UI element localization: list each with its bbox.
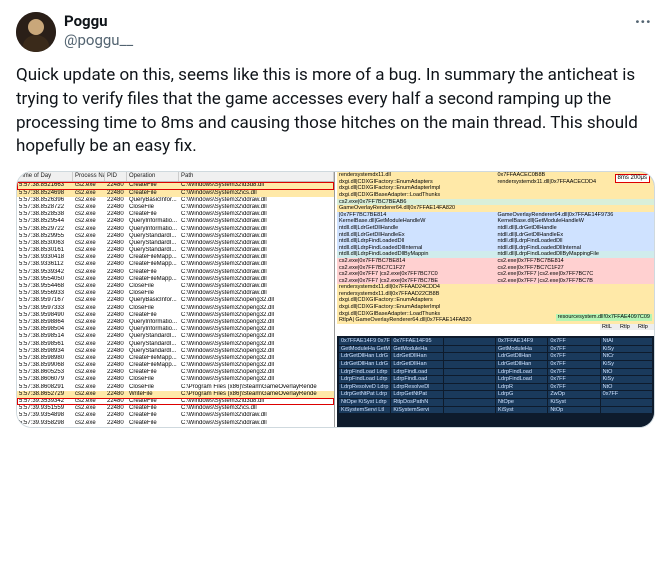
stack-frame: cs2.exe|0x7FF7BC7BEAB6: [337, 199, 654, 206]
tweet-text: Quick update on this, seems like this is…: [16, 64, 655, 159]
user-handle[interactable]: @poggu__: [64, 31, 623, 50]
grid-row: LdrpFindLoad LdrpLdrpFindLoadLdrpFindLoa…: [339, 376, 652, 383]
table-row[interactable]: 5:57:38.9330418cs2.exe22480CreateFileMap…: [17, 254, 334, 261]
table-row[interactable]: 5:57:38.9597333cs2.exe22480CloseFileC:\W…: [17, 305, 334, 312]
dark-grid: 0x7FFAE14F9 0x7FF0x7FFAE14F950x7FFAE14F9…: [337, 336, 654, 427]
stack-frame: ntdll.dll|LdrpFindLoadedDllntdll.dll|Ldr…: [337, 238, 654, 245]
col-pid[interactable]: PID: [105, 172, 127, 181]
grid-row: LdrGetDllHan LdrGLdrGetDllHanLdrGetDllHa…: [339, 353, 652, 360]
call-stack-mid: resourcesystem.dll!0x7FFAE4097C09 render…: [337, 284, 654, 336]
avatar[interactable]: [16, 12, 56, 52]
table-row[interactable]: 5:57:38.8598864cs2.exe22480QueryInformat…: [17, 319, 334, 326]
stack-frame: ntdll.dll|LdrpFindLoadedDllInternalntdll…: [337, 245, 654, 252]
grid-row: 0x7FFAE14F9 0x7FF0x7FFAE14F950x7FFAE14F9…: [339, 338, 652, 345]
table-row[interactable]: 5:57:38.8608291cs2.exe22480CloseFileC:\P…: [17, 384, 334, 391]
table-row[interactable]: 5:57:38.8598504cs2.exe22480QueryInformat…: [17, 326, 334, 333]
grid-row: LdrGetDllHan LdrGLdrGetDllHanLdrGetDllHa…: [339, 361, 652, 368]
stack-frame: dxgi.dll|CDXGIFactory::EnumAdapters: [337, 297, 654, 304]
table-row[interactable]: 5:57:38.9598490cs2.exe22480CreateFileC:\…: [17, 312, 334, 319]
col-proc[interactable]: Process Name: [73, 172, 105, 181]
table-row[interactable]: 5:57:38.8528722cs2.exe22480CloseFileC:\W…: [17, 204, 334, 211]
user-info: Poggu @poggu__: [64, 12, 623, 50]
procmon-panel: Time of Day Process Name PID Operation P…: [17, 172, 335, 427]
stack-frame: cs2.exe|0x7FF7BC7C1F27cs2.exe|0x7FF7BC7C…: [337, 265, 654, 272]
stack-frame: rendersystemdx11.dll|0x7FFAAD22CB8B: [337, 291, 654, 298]
table-row[interactable]: 5:57:38.8598980cs2.exe22480CreateFileMap…: [17, 355, 334, 362]
table-header: Time of Day Process Name PID Operation P…: [17, 172, 334, 182]
grid-row: GetModuleHa GetMGetModuleHaGetModuleHa0x…: [339, 346, 652, 353]
col-time[interactable]: Time of Day: [17, 172, 73, 181]
table-row[interactable]: 5:57:38.8529544cs2.exe22480QueryInformat…: [17, 218, 334, 225]
stack-frame: |0x7FF7BC7BE814GameOverlayRenderer64.dll…: [337, 212, 654, 219]
tweet-header: Poggu @poggu__ ···: [16, 12, 655, 52]
table-row[interactable]: 5:57:38.9336112cs2.exe22480CreateFileMap…: [17, 261, 334, 268]
table-row[interactable]: 5:57:39.9354898cs2.exe22480CreateFileC:\…: [17, 412, 334, 419]
table-row[interactable]: 5:57:38.8598561cs2.exe22480QueryStandard…: [17, 341, 334, 348]
stack-frame: dxgi.dll|CDXGIBaseAdapter::LoadThunks: [337, 192, 654, 199]
stack-frame: cs2.exe|0x7FF7BC7BE814cs2.exe|0x7FF7BC7B…: [337, 258, 654, 265]
table-row[interactable]: 5:57:38.8528538cs2.exe22480CreateFileC:\…: [17, 211, 334, 218]
table-row[interactable]: 5:57:38.8521663cs2.exe22480CreateFileC:\…: [17, 182, 334, 189]
stack-frame: dxgi.dll|CDXGIFactory::EnumAdapterImpl: [337, 304, 654, 311]
table-row[interactable]: 5:57:38.8606079cs2.exe22480CloseFileC:\W…: [17, 376, 334, 383]
media-container[interactable]: Time of Day Process Name PID Operation P…: [16, 171, 655, 428]
stack-frame: ntdll.dll|LdrpFindLoadedDllByMappinntdll…: [337, 251, 654, 258]
table-row[interactable]: 5:57:38.9597167cs2.exe22480QueryBasicInf…: [17, 297, 334, 304]
table-row[interactable]: 5:57:38.9539342cs2.exe22480CreateFileC:\…: [17, 269, 334, 276]
stack-frame: ntdll.dll|LdrGetDllHandleExntdll.dll|Ldr…: [337, 232, 654, 239]
table-row[interactable]: 5:57:38.9556933cs2.exe22480CloseFileC:\W…: [17, 290, 334, 297]
grid-row: LdrpResolveD LdrpLdrpResolveDlLdrpR0x7FF…: [339, 384, 652, 391]
more-button[interactable]: ···: [631, 12, 655, 33]
table-row[interactable]: 5:57:39.3539342cs2.exe22480CreateFileC:\…: [17, 398, 334, 405]
call-stack-top: 8ms 200μs rendersystemdx11.dll0x7FFAACEC…: [337, 172, 654, 284]
table-row[interactable]: 5:57:38.8599068cs2.exe22480CreateFileMap…: [17, 362, 334, 369]
stack-frame: cs2.exe|0x7FF7 |cs2.exe|0x7FF7BC7BEcs2.e…: [337, 278, 654, 285]
stack-frame: rendersystemdx11.dll0x7FFAACEC0B8B: [337, 172, 654, 179]
stack-frame: ntdll.dll|LdrGetDllHandlentdll.dll|LdrGe…: [337, 225, 654, 232]
grid-row: LdrpGetNtPat LdrpLdrpGetNtPatLdrpGZwOp0x…: [339, 391, 652, 398]
stack-frame: dxgi.dll|CDXGIFactory::EnumAdapterImpl: [337, 185, 654, 192]
table-row[interactable]: 5:57:38.9554468cs2.exe22480CloseFileC:\W…: [17, 283, 334, 290]
table-row[interactable]: 5:57:38.8598514cs2.exe22480QueryStandard…: [17, 333, 334, 340]
stack-frame: dxgi.dll|CDXGIFactory::EnumAdaptersrende…: [337, 179, 654, 186]
stack-frame: KernelBase.dll|GetModuleHandleWKernelBas…: [337, 218, 654, 225]
col-path[interactable]: Path: [179, 172, 334, 181]
table-row[interactable]: 5:57:38.8530063cs2.exe22480QueryStandard…: [17, 240, 334, 247]
stack-frame: rendersystemdx11.dll|0x7FFAAD24CDD4: [337, 284, 654, 291]
timing-badge: 8ms 200μs: [615, 174, 650, 183]
table-row[interactable]: 5:57:39.9358298cs2.exe22480CreateFileC:\…: [17, 420, 334, 427]
table-row[interactable]: 5:57:38.8598934cs2.exe22480QueryStandard…: [17, 348, 334, 355]
display-name[interactable]: Poggu: [64, 12, 623, 31]
table-row[interactable]: 5:57:38.8529722cs2.exe22480QueryInformat…: [17, 226, 334, 233]
table-row[interactable]: 5:57:39.9351559cs2.exe22480CreateFileC:\…: [17, 405, 334, 412]
table-row[interactable]: 5:57:38.8529955cs2.exe22480QueryStandard…: [17, 233, 334, 240]
table-row[interactable]: 5:57:38.8524698cs2.exe22480CreateFileC:\…: [17, 190, 334, 197]
table-row[interactable]: 5:57:38.8652729cs2.exe22480WriteFileC:\P…: [17, 391, 334, 398]
table-row[interactable]: 5:57:38.8605253cs2.exe22480CreateFileC:\…: [17, 369, 334, 376]
stack-frame: GameOverlayRenderer64.dll|0x7FFAE14FA820: [337, 205, 654, 212]
grid-row: NtOpe KiSyst LdrpRtlpDosPathNNtOpeKiSyst: [339, 399, 652, 406]
profiler-panel: 8ms 200μs rendersystemdx11.dll0x7FFAACEC…: [337, 172, 654, 427]
stack-frame: cs2.exe|0x7FF7 |cs2.exe|0x7FF7BC7C0cs2.e…: [337, 271, 654, 278]
table-row[interactable]: 5:57:38.8526396cs2.exe22480QueryBasicInf…: [17, 197, 334, 204]
grid-row: LdrpFindLoad LdrpLdrpFindLoadLdrpFindLoa…: [339, 369, 652, 376]
side-labels: RtlLRtlpRtlp: [337, 324, 654, 331]
col-op[interactable]: Operation: [127, 172, 179, 181]
table-row[interactable]: 5:57:38.8530161cs2.exe22480QueryStandard…: [17, 247, 334, 254]
resource-tag: resourcesystem.dll!0x7FFAE4097C09: [556, 314, 652, 321]
table-row[interactable]: 5:57:38.9554050cs2.exe22480CreateFileMap…: [17, 276, 334, 283]
grid-row: KiSystemServi LtlKiSystemServiKiSystNtOp: [339, 407, 652, 414]
